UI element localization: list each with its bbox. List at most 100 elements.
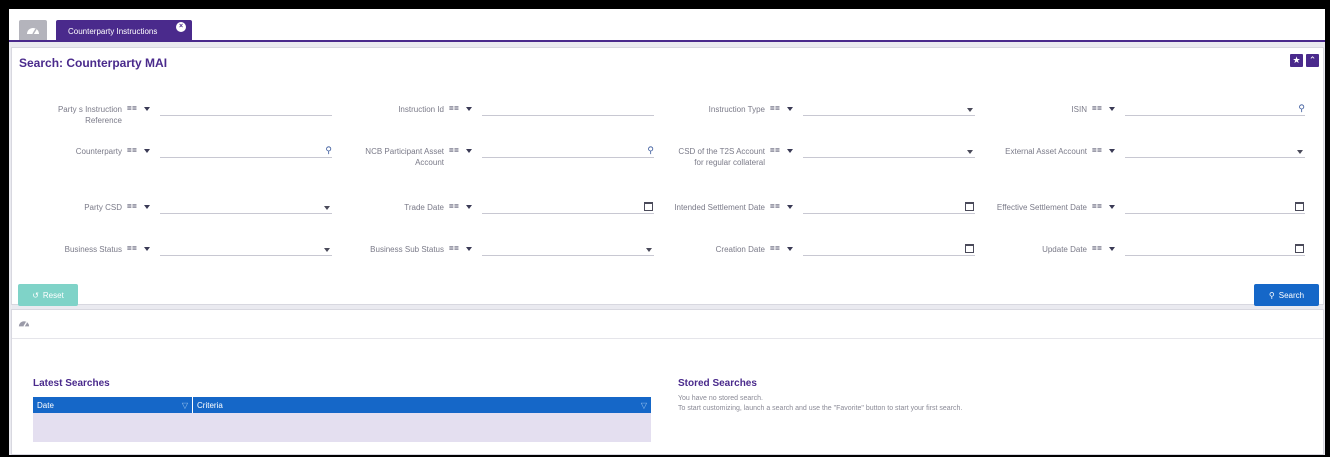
dropdown-caret-icon[interactable] xyxy=(324,248,330,252)
operator-select[interactable]: == xyxy=(1092,202,1116,211)
caret-down-icon xyxy=(466,148,473,153)
field-input[interactable] xyxy=(160,202,332,214)
field-label: Trade Date xyxy=(404,203,444,212)
field-party-s-instruction-reference: Party s Instruction Reference == xyxy=(12,104,332,144)
calendar-icon[interactable] xyxy=(965,202,974,211)
close-tab-icon[interactable]: × xyxy=(176,22,186,32)
tab-counterparty-instructions[interactable]: Counterparty Instructions × xyxy=(56,20,192,42)
field-input[interactable] xyxy=(160,104,332,116)
dropdown-caret-icon[interactable] xyxy=(1297,150,1303,154)
operator-select[interactable]: == xyxy=(1092,244,1116,253)
search-panel: Search: Counterparty MAI ★ ⌃ Party s Ins… xyxy=(11,47,1324,306)
dropdown-caret-icon[interactable] xyxy=(324,206,330,210)
field-input[interactable]: ⚲ xyxy=(160,145,332,158)
field-label: Intended Settlement Date xyxy=(674,203,765,212)
caret-down-icon xyxy=(1109,246,1116,251)
operator-select[interactable]: == xyxy=(449,146,473,155)
dropdown-caret-icon[interactable] xyxy=(967,108,973,112)
caret-down-icon xyxy=(144,106,151,111)
field-instruction-id: Instruction Id == xyxy=(334,104,654,144)
field-input[interactable] xyxy=(482,104,654,116)
operator-select[interactable]: == xyxy=(127,146,151,155)
operator-select[interactable]: == xyxy=(770,244,794,253)
caret-down-icon xyxy=(144,246,151,251)
field-input[interactable] xyxy=(803,146,975,158)
caret-down-icon xyxy=(787,106,794,111)
collapse-chevron-icon[interactable]: ⌃ xyxy=(1306,54,1319,67)
field-input[interactable] xyxy=(482,244,654,256)
field-input[interactable] xyxy=(1125,146,1305,158)
latest-searches-table: Date ▽ Criteria ▽ xyxy=(33,397,651,442)
field-input[interactable]: ⚲ xyxy=(1125,103,1305,116)
search-icon: ⚲ xyxy=(1268,290,1275,300)
filter-icon[interactable]: ▽ xyxy=(182,401,188,410)
tab-home[interactable] xyxy=(19,20,47,40)
calendar-icon[interactable] xyxy=(965,244,974,253)
field-input[interactable] xyxy=(1125,244,1305,256)
search-icon[interactable]: ⚲ xyxy=(647,145,654,156)
reset-button[interactable]: ↺ Reset xyxy=(18,284,78,306)
column-header-criteria[interactable]: Criteria ▽ xyxy=(193,397,651,413)
field-instruction-type: Instruction Type == xyxy=(655,104,975,144)
operator-select[interactable]: == xyxy=(1092,146,1116,155)
field-label: External Asset Account xyxy=(1005,147,1087,156)
searches-section: Latest Searches Date ▽ Criteria ▽ Stored… xyxy=(11,309,1324,455)
field-party-csd: Party CSD == xyxy=(12,202,332,242)
field-input[interactable] xyxy=(160,244,332,256)
calendar-icon[interactable] xyxy=(1295,202,1304,211)
operator-select[interactable]: == xyxy=(449,244,473,253)
reset-icon: ↺ xyxy=(32,290,39,300)
dashboard-icon xyxy=(27,28,39,35)
field-counterparty: Counterparty == ⚲ xyxy=(12,145,332,186)
operator-select[interactable]: == xyxy=(770,146,794,155)
operator-select[interactable]: == xyxy=(127,104,151,113)
search-icon[interactable]: ⚲ xyxy=(1298,103,1305,114)
caret-down-icon xyxy=(787,148,794,153)
field-label: Instruction Type xyxy=(708,105,765,114)
field-label: Business Status xyxy=(64,245,122,254)
field-csd-of-the-t2s-account-for-regular-collateral: CSD of the T2S Account for regular colla… xyxy=(655,146,975,186)
stored-searches-message: You have no stored search. To start cust… xyxy=(678,395,963,412)
caret-down-icon xyxy=(787,204,794,209)
page-title: Search: Counterparty MAI xyxy=(19,56,168,70)
field-input[interactable] xyxy=(1125,202,1305,214)
dropdown-caret-icon[interactable] xyxy=(646,248,652,252)
field-ncb-participant-asset-account: NCB Participant Asset Account == ⚲ xyxy=(334,145,654,186)
field-input[interactable] xyxy=(803,104,975,116)
field-input[interactable] xyxy=(803,244,975,256)
caret-down-icon xyxy=(1109,106,1116,111)
favorite-star-icon[interactable]: ★ xyxy=(1290,54,1303,67)
field-label: ISIN xyxy=(1071,105,1087,114)
operator-select[interactable]: == xyxy=(770,104,794,113)
search-icon[interactable]: ⚲ xyxy=(325,145,332,156)
field-business-status: Business Status == xyxy=(12,244,332,284)
caret-down-icon xyxy=(787,246,794,251)
operator-select[interactable]: == xyxy=(449,104,473,113)
field-label: Business Sub Status xyxy=(370,245,444,254)
field-input[interactable] xyxy=(803,202,975,214)
caret-down-icon xyxy=(1109,204,1116,209)
operator-select[interactable]: == xyxy=(449,202,473,211)
search-button[interactable]: ⚲ Search xyxy=(1254,284,1319,306)
operator-select[interactable]: == xyxy=(770,202,794,211)
dropdown-caret-icon[interactable] xyxy=(967,150,973,154)
field-label: Counterparty xyxy=(75,147,122,156)
operator-select[interactable]: == xyxy=(127,202,151,211)
calendar-icon[interactable] xyxy=(1295,244,1304,253)
operator-select[interactable]: == xyxy=(127,244,151,253)
operator-select[interactable]: == xyxy=(1092,104,1116,113)
field-label: CSD of the T2S Account for regular colla… xyxy=(678,147,765,167)
caret-down-icon xyxy=(466,204,473,209)
tab-bar: Counterparty Instructions × xyxy=(9,9,1325,42)
field-label: Party s Instruction Reference xyxy=(57,105,122,125)
column-header-date[interactable]: Date ▽ xyxy=(33,397,193,413)
filter-icon[interactable]: ▽ xyxy=(641,401,647,410)
caret-down-icon xyxy=(144,204,151,209)
field-intended-settlement-date: Intended Settlement Date == xyxy=(655,202,975,242)
field-input[interactable] xyxy=(482,202,654,214)
calendar-icon[interactable] xyxy=(644,202,653,211)
caret-down-icon xyxy=(466,106,473,111)
field-input[interactable]: ⚲ xyxy=(482,145,654,158)
field-update-date: Update Date == xyxy=(977,244,1305,284)
latest-searches-title: Latest Searches xyxy=(33,378,110,389)
